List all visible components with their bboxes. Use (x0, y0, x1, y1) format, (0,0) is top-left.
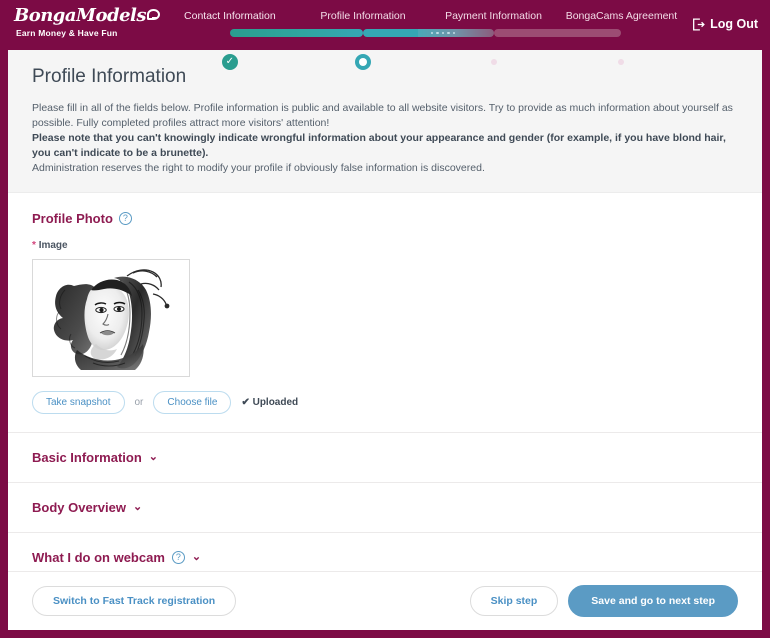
brand-tagline: Earn Money & Have Fun (16, 28, 118, 38)
step-node-payment-information[interactable] (490, 59, 497, 65)
page-frame: BongaModels Earn Money & Have Fun Contac… (0, 0, 770, 638)
switch-fast-track-button[interactable]: Switch to Fast Track registration (32, 586, 237, 616)
registration-stepper: Contact Information Profile Information … (162, 0, 684, 71)
take-snapshot-button[interactable]: Take snapshot (32, 391, 125, 414)
image-field-label: * Image (32, 240, 738, 251)
accordion-title: What I do on webcam (32, 550, 165, 565)
upload-status: ✔ Uploaded (241, 397, 299, 408)
profile-photo-preview[interactable] (32, 259, 190, 377)
step-node-bongacams-agreement[interactable] (618, 59, 625, 65)
content-card: Profile Information Please fill in all o… (8, 50, 762, 630)
step-label-profile-information[interactable]: Profile Information (320, 10, 405, 22)
chevron-down-icon[interactable]: ⌄ (192, 552, 201, 563)
save-next-step-button[interactable]: Save and go to next step (568, 585, 738, 617)
step-label-bongacams-agreement[interactable]: BongaCams Agreement (566, 10, 677, 22)
progress-dots (430, 31, 456, 35)
progress-segment-1 (229, 29, 363, 37)
intro-paragraph-warning: Please note that you can't knowingly ind… (32, 132, 726, 159)
accordion-item-body-overview[interactable]: Body Overview ⌄ (8, 483, 762, 533)
profile-photo-title: Profile Photo (32, 211, 113, 226)
portrait-sketch-image (41, 264, 181, 372)
intro-paragraph-3: Administration reserves the right to mod… (32, 162, 485, 174)
progress-segment-2 (363, 29, 494, 37)
help-icon[interactable]: ? (171, 551, 185, 564)
footer-actions: Skip step Save and go to next step (469, 585, 738, 617)
step-label-contact-information[interactable]: Contact Information (184, 10, 276, 22)
logout-icon (692, 17, 705, 31)
speech-bubble-icon (147, 9, 160, 20)
accordion-title: Body Overview (32, 500, 126, 515)
step-progress-track (162, 29, 684, 71)
photo-actions: Take snapshot or Choose file ✔ Uploaded (32, 391, 738, 414)
chevron-down-icon[interactable]: ⌄ (149, 452, 158, 463)
brand-logo[interactable]: BongaModels Earn Money & Have Fun (14, 0, 160, 38)
form-body: Profile Photo ? * Image Take snapshot or… (8, 193, 762, 571)
top-bar: BongaModels Earn Money & Have Fun Contac… (0, 0, 770, 71)
step-label-payment-information[interactable]: Payment Information (445, 10, 542, 22)
form-footer: Switch to Fast Track registration Skip s… (8, 571, 762, 630)
step-labels: Contact Information Profile Information … (162, 0, 684, 26)
required-marker: * (32, 240, 36, 251)
or-separator: or (134, 397, 144, 408)
intro-paragraph-1: Please fill in all of the fields below. … (32, 102, 733, 129)
accordion-title: Basic Information (32, 450, 142, 465)
choose-file-button[interactable]: Choose file (153, 391, 232, 414)
chevron-down-icon[interactable]: ⌄ (133, 502, 142, 513)
accordion-item-what-i-do-on-webcam[interactable]: What I do on webcam ? ⌄ (8, 533, 762, 571)
logout-label: Log Out (710, 17, 758, 31)
profile-photo-heading: Profile Photo ? (32, 211, 738, 226)
step-node-profile-information[interactable] (355, 54, 371, 70)
accordion-sections: Basic Information ⌄ Body Overview ⌄ What… (8, 432, 762, 571)
brand-wordmark: BongaModels (14, 6, 160, 26)
profile-photo-section: Profile Photo ? * Image Take snapshot or… (8, 193, 762, 414)
step-node-contact-information[interactable] (221, 53, 238, 71)
page-title: Profile Information (32, 66, 187, 87)
accordion-item-basic-information[interactable]: Basic Information ⌄ (8, 433, 762, 483)
intro-block: Profile Information Please fill in all o… (8, 50, 762, 193)
logout-button[interactable]: Log Out (692, 0, 758, 31)
progress-segment-3 (493, 29, 622, 37)
help-icon[interactable]: ? (118, 212, 132, 225)
skip-step-button[interactable]: Skip step (469, 586, 559, 616)
image-label-text: Image (38, 240, 68, 251)
